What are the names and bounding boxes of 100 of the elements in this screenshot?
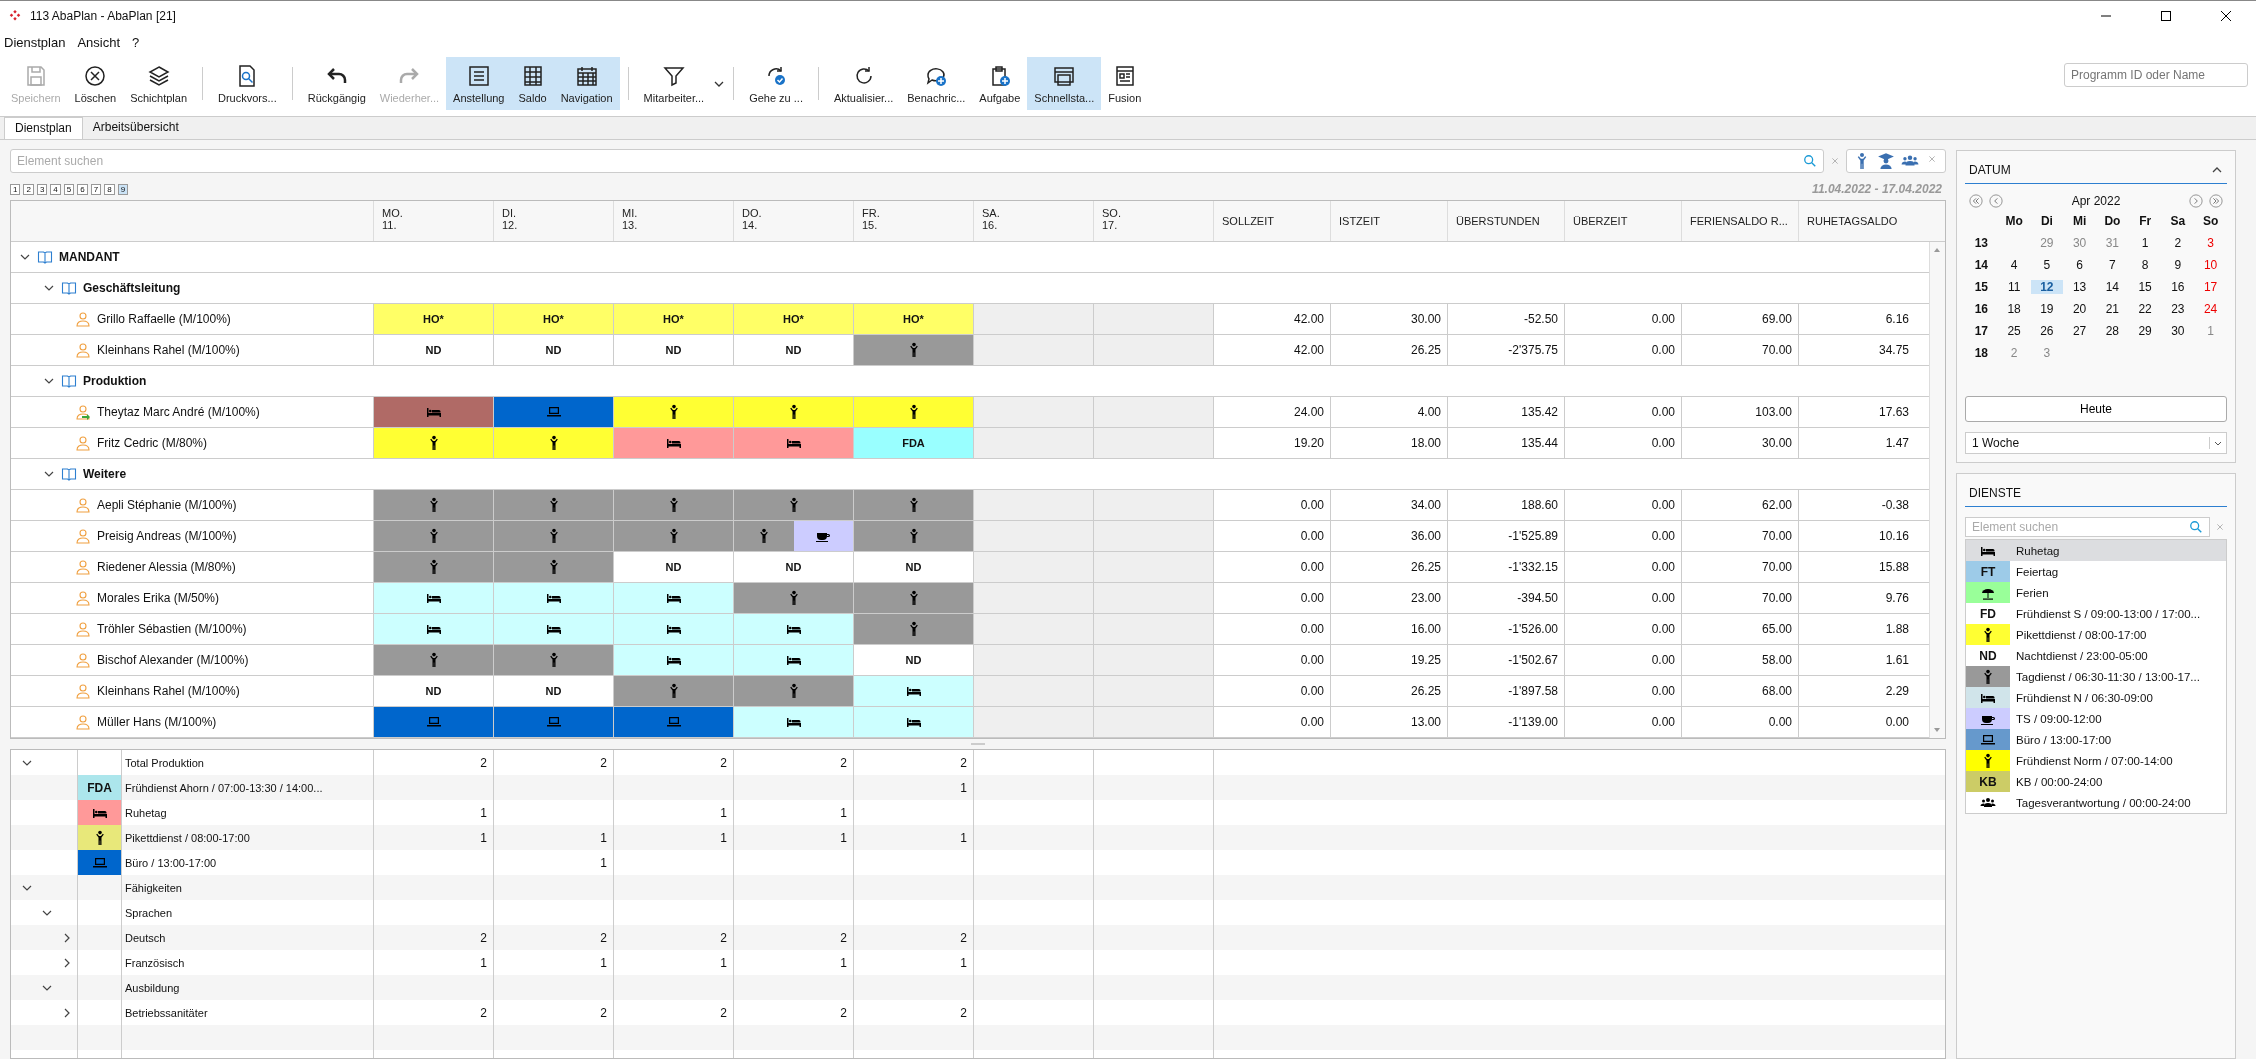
calendar-day[interactable]: 20 bbox=[2063, 302, 2096, 316]
page-button[interactable]: 9 bbox=[117, 183, 129, 195]
double-chevron-left-icon[interactable] bbox=[1969, 194, 1983, 208]
column-header[interactable]: ISTZEIT bbox=[1330, 201, 1447, 241]
shift-cell[interactable] bbox=[373, 645, 493, 675]
toolbar-button[interactable]: Schnellsta... bbox=[1027, 57, 1102, 110]
calendar-day[interactable]: 2 bbox=[2161, 236, 2195, 250]
shift-cell[interactable] bbox=[613, 614, 733, 644]
shift-cell[interactable] bbox=[973, 397, 1093, 427]
service-item[interactable]: FT Feiertag bbox=[1966, 561, 2226, 582]
toolbar-button[interactable]: Gehe zu ... bbox=[742, 57, 810, 110]
service-item[interactable]: ND Nachtdienst / 23:00-05:00 bbox=[1966, 645, 2226, 666]
shift-cell[interactable] bbox=[493, 583, 613, 613]
today-button[interactable]: Heute bbox=[1965, 396, 2227, 422]
shift-cell[interactable] bbox=[1093, 397, 1213, 427]
shift-cell[interactable] bbox=[733, 676, 853, 706]
double-chevron-right-icon[interactable] bbox=[2209, 194, 2223, 208]
shift-cell[interactable] bbox=[613, 707, 733, 737]
employee-name[interactable]: Grillo Raffaelle (M/100%) bbox=[97, 312, 231, 326]
shift-cell[interactable] bbox=[793, 521, 853, 551]
page-button[interactable]: 5 bbox=[63, 183, 75, 195]
calendar-day[interactable]: 29 bbox=[2030, 236, 2064, 250]
shift-cell[interactable] bbox=[1093, 304, 1213, 334]
page-button[interactable]: 1 bbox=[10, 183, 21, 195]
calendar-day[interactable]: 3 bbox=[2194, 236, 2227, 250]
toolbar-button[interactable]: Fusion bbox=[1101, 57, 1149, 110]
column-header[interactable]: FERIENSALDO R... bbox=[1681, 201, 1798, 241]
shift-cell[interactable] bbox=[493, 614, 613, 644]
calendar-day[interactable]: 4 bbox=[1997, 258, 2031, 272]
shift-cell[interactable] bbox=[493, 552, 613, 582]
service-item[interactable]: Büro / 13:00-17:00 bbox=[1966, 729, 2226, 750]
toolbar-button[interactable]: Schichtplan bbox=[123, 57, 194, 110]
column-header[interactable]: MO. 11. bbox=[373, 201, 493, 241]
column-header[interactable]: SOLLZEIT bbox=[1213, 201, 1330, 241]
column-header[interactable]: DO. 14. bbox=[733, 201, 853, 241]
chevron-left-icon[interactable] bbox=[1989, 194, 2003, 208]
calendar-day[interactable]: 12 bbox=[2030, 280, 2064, 294]
shift-cell[interactable] bbox=[733, 397, 853, 427]
column-header[interactable]: ÜBERSTUNDEN bbox=[1447, 201, 1564, 241]
column-header[interactable]: SO. 17. bbox=[1093, 201, 1213, 241]
calendar-day[interactable]: 30 bbox=[2161, 324, 2195, 338]
calendar-day[interactable]: 6 bbox=[2063, 258, 2096, 272]
column-header[interactable]: MI. 13. bbox=[613, 201, 733, 241]
shift-cell[interactable] bbox=[1093, 335, 1213, 365]
calendar-day[interactable]: 28 bbox=[2096, 324, 2129, 338]
shift-cell[interactable] bbox=[1093, 676, 1213, 706]
shift-cell[interactable]: HO* bbox=[373, 304, 493, 334]
service-item[interactable]: Ruhetag bbox=[1966, 540, 2226, 561]
shift-cell[interactable] bbox=[973, 552, 1093, 582]
shift-cell[interactable] bbox=[733, 614, 853, 644]
service-item[interactable]: TS / 09:00-12:00 bbox=[1966, 708, 2226, 729]
shift-cell[interactable] bbox=[373, 490, 493, 520]
calendar-day[interactable]: 30 bbox=[2063, 236, 2096, 250]
menu-item[interactable]: Ansicht bbox=[77, 34, 121, 50]
toolbar-button[interactable]: Mitarbeiter... bbox=[636, 57, 712, 110]
employee-name[interactable]: Kleinhans Rahel (M/100%) bbox=[97, 343, 240, 357]
shift-cell[interactable] bbox=[734, 521, 794, 551]
shift-cell[interactable] bbox=[733, 428, 853, 458]
calendar-day[interactable]: 25 bbox=[1997, 324, 2031, 338]
employee-name[interactable]: Kleinhans Rahel (M/100%) bbox=[97, 684, 240, 698]
calendar-day[interactable]: 14 bbox=[2096, 280, 2129, 294]
shift-cell[interactable] bbox=[733, 583, 853, 613]
shift-cell[interactable] bbox=[613, 583, 733, 613]
toolbar-button[interactable]: Druckvors... bbox=[211, 57, 284, 110]
tab[interactable]: Arbeitsübersicht bbox=[82, 117, 189, 139]
employee-name[interactable]: Müller Hans (M/100%) bbox=[97, 715, 217, 729]
toolbar-button[interactable]: Aktualisier... bbox=[826, 57, 901, 110]
shift-cell[interactable] bbox=[493, 521, 613, 551]
shift-cell[interactable] bbox=[373, 521, 493, 551]
shift-cell[interactable] bbox=[493, 490, 613, 520]
page-button[interactable]: 4 bbox=[50, 183, 61, 195]
employee-name[interactable]: Bischof Alexander (M/100%) bbox=[97, 653, 249, 667]
shift-cell[interactable] bbox=[1093, 490, 1213, 520]
shift-cell[interactable] bbox=[493, 397, 613, 427]
employee-name[interactable]: Tröhler Sébastien (M/100%) bbox=[97, 622, 247, 636]
employee-name[interactable]: Preisig Andreas (M/100%) bbox=[97, 529, 237, 543]
shift-cell[interactable] bbox=[613, 645, 733, 675]
service-item[interactable]: KB KB / 00:00-24:00 bbox=[1966, 771, 2226, 792]
shift-cell[interactable] bbox=[1093, 645, 1213, 675]
column-header[interactable]: DI. 12. bbox=[493, 201, 613, 241]
calendar-day[interactable]: 21 bbox=[2096, 302, 2129, 316]
toolbar-button[interactable]: Rückgängig bbox=[300, 57, 373, 110]
page-button[interactable]: 2 bbox=[23, 183, 34, 195]
group-label[interactable]: Weitere bbox=[83, 467, 127, 481]
menu-item[interactable]: ? bbox=[132, 34, 140, 50]
calendar-day[interactable]: 29 bbox=[2128, 324, 2162, 338]
calendar-day[interactable]: 15 bbox=[2128, 280, 2162, 294]
shift-cell[interactable] bbox=[613, 490, 733, 520]
program-search-field[interactable]: Programm ID oder Name bbox=[2064, 62, 2248, 87]
column-header[interactable]: FR. 15. bbox=[853, 201, 973, 241]
shift-cell[interactable]: HO* bbox=[613, 304, 733, 334]
shift-cell[interactable] bbox=[973, 335, 1093, 365]
shift-cell[interactable] bbox=[853, 521, 973, 551]
service-item[interactable]: Frühdienst N / 06:30-09:00 bbox=[1966, 687, 2226, 708]
calendar-day[interactable]: 11 bbox=[1997, 280, 2031, 294]
scrollbar[interactable] bbox=[1929, 242, 1945, 738]
shift-cell[interactable] bbox=[853, 614, 973, 644]
shift-cell[interactable] bbox=[1093, 552, 1213, 582]
calendar-day[interactable]: 17 bbox=[2194, 280, 2227, 294]
shift-cell[interactable]: HO* bbox=[853, 304, 973, 334]
